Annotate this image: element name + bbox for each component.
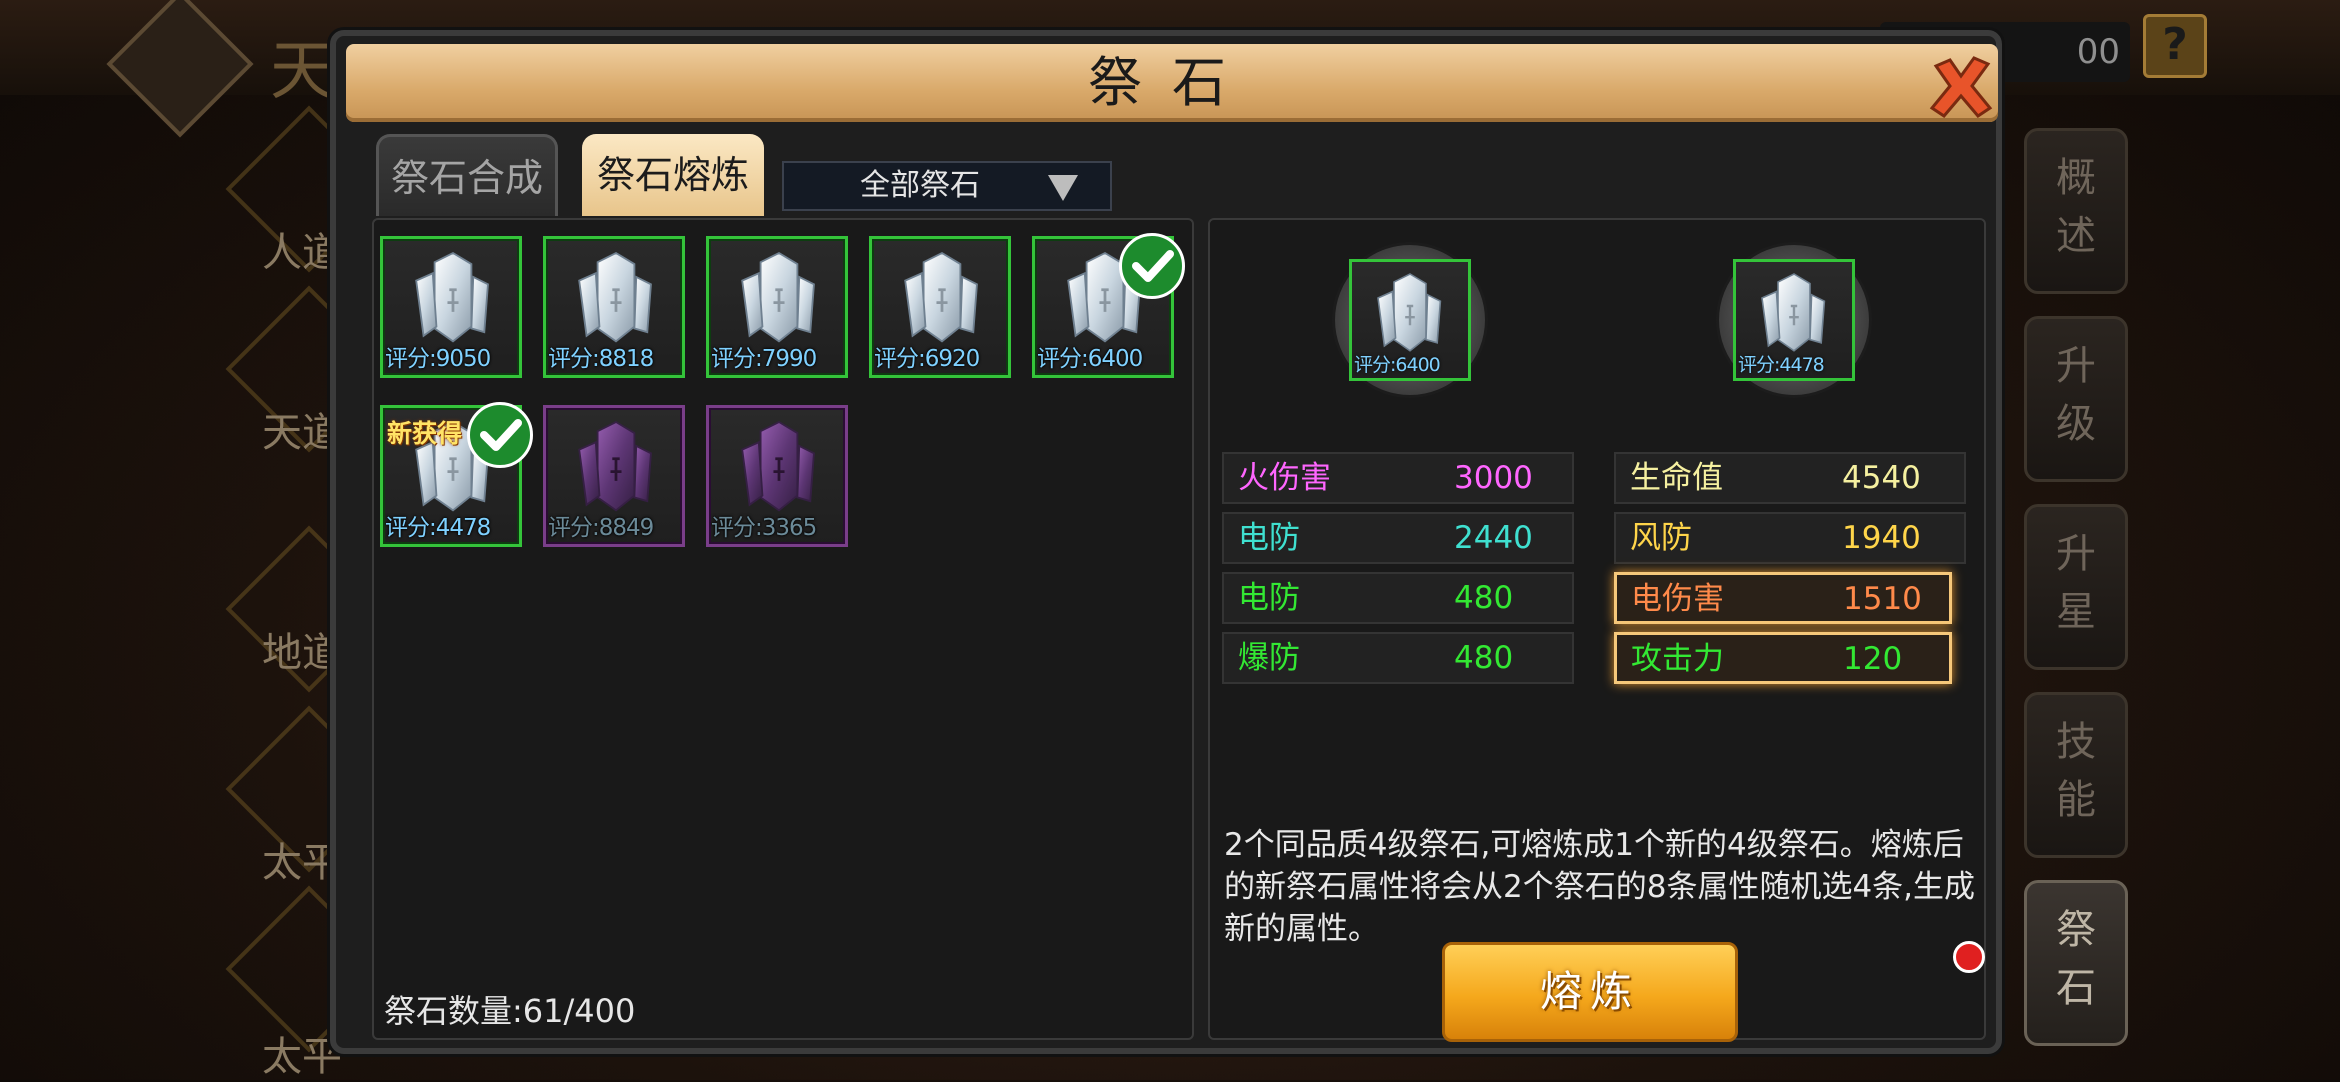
stone-slot[interactable]: 评分:6400 (1032, 233, 1185, 378)
stone-slot[interactable]: 新获得 评分:4478 (380, 402, 533, 547)
help-button[interactable]: ? (2143, 14, 2207, 78)
stone-count: 祭石数量:61/400 (384, 992, 636, 1030)
dropdown-arrow-icon (1048, 175, 1078, 201)
crystal-icon (577, 420, 653, 512)
stat-row: 风防 1940 (1614, 512, 1966, 564)
stone-slot[interactable]: 评分:9050 (380, 236, 522, 378)
stone-filter-dropdown[interactable]: 全部祭石 (782, 161, 1112, 211)
tab-stone-synthesis[interactable]: 祭石合成 (376, 134, 558, 216)
stat-row: 生命值 4540 (1614, 452, 1966, 504)
stone-slot[interactable]: 评分:6920 (869, 236, 1011, 378)
crystal-icon (740, 251, 816, 343)
dialog-title: 祭石 (1088, 51, 1256, 114)
stat-row-highlighted: 攻击力 120 (1614, 632, 1952, 684)
selected-check-icon (467, 402, 533, 468)
crystal-icon (1760, 272, 1826, 352)
selected-check-icon (1119, 233, 1185, 299)
notification-dot-icon (1953, 941, 1985, 973)
smelt-button[interactable]: 熔炼 (1442, 941, 1985, 1042)
close-icon (1929, 56, 1993, 118)
selected-stone-left[interactable]: 评分:6400 (1332, 242, 1488, 398)
tab-stone-smelting[interactable]: 祭石熔炼 (582, 134, 764, 216)
crystal-icon (903, 251, 979, 343)
stat-row-highlighted: 电伤害 1510 (1614, 572, 1952, 624)
side-tab-sacrifice-stone[interactable]: 祭石 (2024, 880, 2128, 1046)
side-tab-overview[interactable]: 概述 (2024, 128, 2128, 294)
stone-inventory: 评分:9050 评分:8818 评分:7990 评分:6920 评分:6400 … (372, 218, 1194, 1040)
dialog-title-bar: 祭石 (346, 44, 1998, 122)
left-menu-item[interactable]: 太平 (0, 705, 393, 890)
left-menu-item[interactable]: 人道 (0, 105, 393, 290)
side-tab-upgrade[interactable]: 升级 (2024, 316, 2128, 482)
stat-row: 爆防 480 (1222, 632, 1574, 684)
stone-slot[interactable]: 评分:8818 (543, 236, 685, 378)
smelt-description: 2个同品质4级祭石,可熔炼成1个新的4级祭石。熔炼后的新祭石属性将会从2个祭石的… (1224, 827, 1976, 947)
crystal-icon (414, 251, 490, 343)
side-tab-star-up[interactable]: 升星 (2024, 504, 2128, 670)
smelt-compare-panel: 评分:6400 评分:4478 火伤害 3000 电防 2440 电防 480 … (1208, 218, 1986, 1042)
new-acquired-badge: 新获得 (387, 419, 463, 448)
stone-slot[interactable]: 评分:3365 (706, 405, 848, 547)
stat-row: 火伤害 3000 (1222, 452, 1574, 504)
left-menu-item[interactable]: 地道 (0, 525, 393, 710)
screen-title-stub: 天 (270, 35, 334, 109)
stat-row: 电防 480 (1222, 572, 1574, 624)
selected-stone-right[interactable]: 评分:4478 (1716, 242, 1872, 398)
side-tab-skills[interactable]: 技能 (2024, 692, 2128, 858)
stone-slot[interactable]: 评分:8849 (543, 405, 685, 547)
crystal-icon (577, 251, 653, 343)
crystal-icon (1376, 272, 1442, 352)
filter-label: 全部祭石 (860, 168, 980, 203)
left-menu-item[interactable]: 天道 (0, 285, 393, 470)
stat-row: 电防 2440 (1222, 512, 1574, 564)
stone-slot[interactable]: 评分:7990 (706, 236, 848, 378)
close-button[interactable] (1926, 52, 1996, 122)
sacrifice-stone-dialog: 祭石 祭石合成 祭石熔炼 全部祭石 评分:9050 评分:8818 评分:799… (330, 30, 2002, 1054)
left-menu-item[interactable]: 太平 (0, 885, 393, 1080)
crystal-icon (740, 420, 816, 512)
